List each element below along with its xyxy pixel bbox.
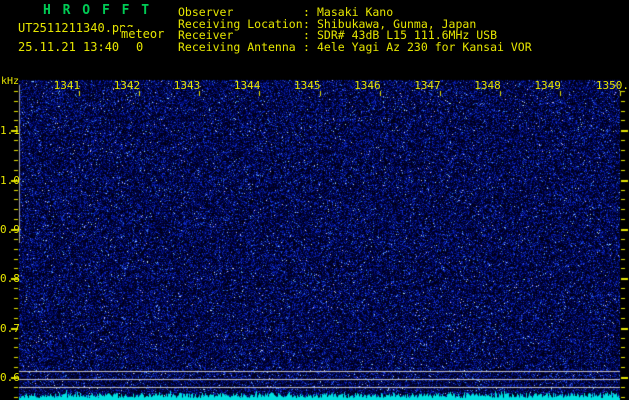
info-row-location: Receiving Location: Shibukawa, Gunma, Jap…	[178, 17, 628, 31]
observation-datetime: 25.11.21 13:40	[18, 40, 120, 54]
info-separator: :	[303, 39, 310, 54]
info-row-observer: Observer: Masaki Kano	[178, 5, 628, 19]
info-value: 4ele Yagi Az 230 for Kansai VOR	[317, 39, 532, 54]
spectrogram-canvas	[0, 0, 629, 400]
y-axis-unit-label: kHz	[1, 76, 20, 87]
info-label: Receiving Antenna	[178, 39, 296, 54]
echo-count: 0	[136, 40, 144, 54]
info-row-receiver: Receiver: SDR# 43dB L15 111.6MHz USB	[178, 28, 628, 42]
station-name: meteor	[121, 27, 165, 41]
info-row-antenna: Receiving Antenna:4ele Yagi Az 230 for K…	[178, 39, 628, 54]
app-title: H R O F F T	[43, 3, 152, 18]
output-filename: UT2511211340.png	[18, 21, 134, 35]
hrofft-window: H R O F F T UT2511211340.png meteor 25.1…	[0, 0, 629, 400]
